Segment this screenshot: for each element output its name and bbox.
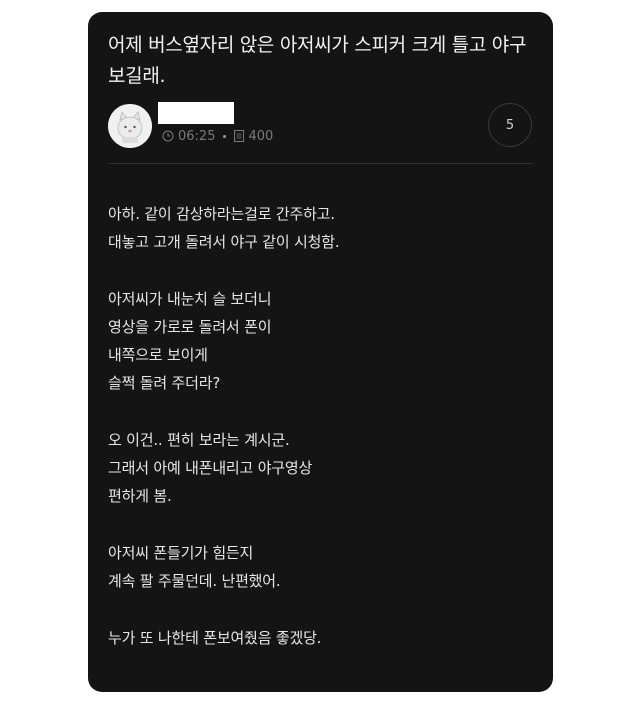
post-card: 어제 버스옆자리 앉은 아저씨가 스피커 크게 틀고 야구 보길래. 06:25 (88, 12, 553, 692)
body-line: 내쪽으로 보이게 (108, 346, 208, 364)
post-title: 어제 버스옆자리 앉은 아저씨가 스피커 크게 틀고 야구 보길래. (108, 34, 527, 87)
post-meta: 06:25 400 (162, 127, 273, 145)
body-paragraph: 누가 또 나한테 폰보여줬음 좋겠당. (108, 624, 538, 652)
clock-icon (162, 130, 174, 142)
body-line: 아저씨 폰들기가 힘든지 (108, 544, 254, 562)
post-body: 아하. 같이 감상하라는걸로 간주하고. 대놓고 고개 돌려서 야구 같이 시청… (108, 200, 538, 681)
body-line: 영상을 가로로 돌려서 폰이 (108, 318, 272, 336)
body-line: 누가 또 나한테 폰보여줬음 좋겠당. (108, 629, 322, 647)
post-views: 400 (248, 128, 274, 144)
body-paragraph: 아저씨 폰들기가 힘든지 계속 팔 주물던데. 난편했어. (108, 539, 538, 595)
body-paragraph: 오 이건.. 편히 보라는 계시군. 그래서 아예 내폰내리고 야구영상 편하게… (108, 426, 538, 510)
header-divider (108, 163, 533, 164)
body-line: 아저씨가 내눈치 슬 보더니 (108, 290, 272, 308)
body-line: 아하. 같이 감상하라는걸로 간주하고. (108, 205, 335, 223)
author-name-redacted[interactable] (158, 102, 234, 124)
body-line: 슬쩍 돌려 주더라? (108, 374, 221, 392)
body-paragraph: 아저씨가 내눈치 슬 보더니 영상을 가로로 돌려서 폰이 내쪽으로 보이게 슬… (108, 285, 538, 397)
document-icon (234, 130, 245, 142)
cat-avatar-icon (108, 104, 152, 148)
post-time: 06:25 (178, 128, 216, 144)
body-line: 오 이건.. 편히 보라는 계시군. (108, 431, 290, 449)
author-avatar[interactable] (108, 104, 152, 148)
meta-separator (223, 134, 227, 138)
body-line: 대놓고 고개 돌려서 야구 같이 시청함. (108, 233, 340, 251)
body-line: 편하게 봄. (108, 487, 172, 505)
body-line: 그래서 아예 내폰내리고 야구영상 (108, 459, 313, 477)
body-line: 계속 팔 주물던데. 난편했어. (108, 572, 281, 590)
body-paragraph: 아하. 같이 감상하라는걸로 간주하고. 대놓고 고개 돌려서 야구 같이 시청… (108, 200, 538, 256)
comment-count-button[interactable]: 5 (488, 103, 532, 147)
